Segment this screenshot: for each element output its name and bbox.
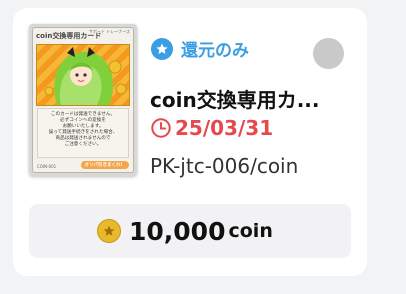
card-image: coin交換専用カード サポート トレーナーズ このカードは発送できません。 必… bbox=[32, 27, 134, 173]
card-image-code: COIN-001 bbox=[37, 164, 57, 169]
card-description: このカードは発送できません。 必ずコインへの変換を お願いいたします。 誤って発… bbox=[37, 108, 129, 158]
item-card[interactable]: coin交換専用カード サポート トレーナーズ このカードは発送できません。 必… bbox=[13, 8, 367, 276]
card-image-button-label: オリパ引きまくれ！ bbox=[80, 161, 129, 169]
select-radio-button[interactable] bbox=[313, 38, 344, 69]
return-only-badge: 還元のみ bbox=[151, 36, 249, 61]
deadline-date: 25/03/31 bbox=[175, 116, 274, 140]
clock-icon bbox=[151, 118, 171, 138]
card-artwork bbox=[36, 44, 130, 106]
return-only-label: 還元のみ bbox=[181, 41, 249, 61]
price-bar: 10,000 coin bbox=[29, 204, 351, 258]
item-code: PK-jtc-006/coin bbox=[150, 154, 299, 178]
card-image-header: coin交換専用カード サポート トレーナーズ bbox=[36, 28, 130, 44]
price-amount: 10,000 bbox=[129, 216, 226, 246]
card-text-line: ご注意ください。 bbox=[64, 142, 102, 147]
deadline: 25/03/31 bbox=[150, 116, 273, 140]
character-illustration bbox=[44, 47, 127, 105]
price-unit: coin bbox=[228, 220, 273, 242]
coin-icon bbox=[97, 219, 121, 243]
star-icon bbox=[151, 37, 173, 60]
card-image-sub-label: サポート トレーナーズ bbox=[88, 29, 130, 34]
card-thumbnail[interactable]: coin交換専用カード サポート トレーナーズ このカードは発送できません。 必… bbox=[29, 24, 137, 176]
item-title: coin交換専用カ... bbox=[150, 88, 320, 112]
